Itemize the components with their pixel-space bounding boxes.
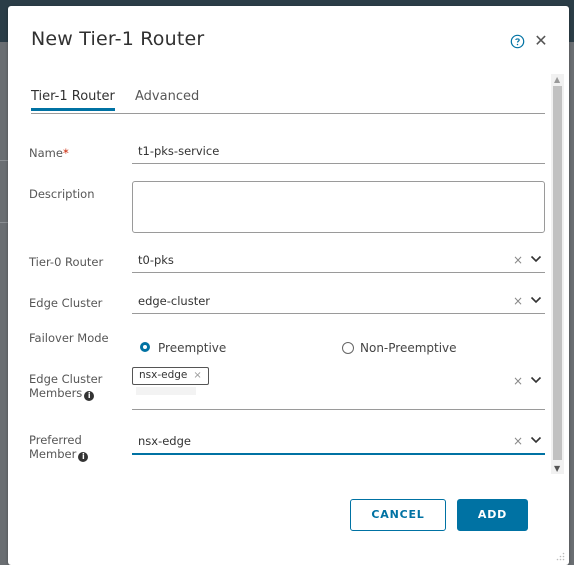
- tier0-router-clear-icon[interactable]: ×: [513, 253, 523, 267]
- description-textarea[interactable]: [132, 181, 545, 233]
- tab-bar: Tier-1 Router Advanced: [31, 86, 545, 114]
- info-icon[interactable]: i: [84, 391, 95, 401]
- active-tab-indicator: [31, 108, 115, 111]
- chevron-down-icon[interactable]: [530, 296, 542, 304]
- tier0-router-select[interactable]: t0-pks ×: [132, 250, 545, 273]
- description-label: Description: [29, 187, 95, 201]
- dialog-title: New Tier-1 Router: [31, 28, 205, 50]
- radio-non-preemptive[interactable]: [342, 342, 354, 354]
- name-label-text: Name: [29, 146, 63, 160]
- edge-cluster-label: Edge Cluster: [29, 296, 103, 310]
- chip-remove-icon[interactable]: ×: [193, 370, 201, 381]
- cancel-button[interactable]: CANCEL: [350, 499, 446, 531]
- edge-cluster-clear-icon[interactable]: ×: [513, 294, 523, 308]
- add-button[interactable]: ADD: [457, 499, 528, 531]
- edge-cluster-members-label-line1: Edge Cluster: [29, 372, 103, 386]
- edge-cluster-members-label: Edge Cluster Members i: [29, 372, 102, 401]
- resize-grip-icon[interactable]: [556, 552, 565, 561]
- chevron-down-icon[interactable]: [530, 376, 542, 384]
- name-label: Name*: [29, 146, 69, 160]
- preferred-member-label: Preferred Member i: [29, 433, 89, 462]
- tier0-router-label: Tier-0 Router: [29, 255, 104, 269]
- non-preemptive-label[interactable]: Non-Preemptive: [360, 341, 457, 355]
- scroll-down-arrow-icon[interactable]: ▼: [554, 464, 560, 473]
- form-scrollbar[interactable]: ▲ ▼: [551, 74, 564, 474]
- edge-cluster-members-label-line2: Members: [29, 386, 83, 400]
- preferred-member-label-line2: Member: [29, 447, 77, 461]
- preferred-member-value: nsx-edge: [138, 434, 191, 448]
- edge-cluster-select[interactable]: edge-cluster ×: [132, 291, 545, 314]
- help-circle-icon[interactable]: [510, 34, 525, 49]
- close-icon[interactable]: ✕: [534, 33, 548, 49]
- preferred-member-label-line1: Preferred: [29, 433, 82, 447]
- scrollbar-thumb[interactable]: [553, 86, 562, 460]
- tab-advanced[interactable]: Advanced: [135, 89, 199, 104]
- name-value: t1-pks-service: [138, 144, 220, 158]
- chevron-down-icon[interactable]: [530, 255, 542, 263]
- tier0-router-value: t0-pks: [138, 253, 174, 267]
- chevron-down-icon[interactable]: [530, 436, 542, 444]
- new-tier1-router-dialog: New Tier-1 Router ✕ Tier-1 Router Advanc…: [8, 6, 569, 565]
- tab-tier1-router[interactable]: Tier-1 Router: [31, 89, 115, 104]
- scroll-up-arrow-icon[interactable]: ▲: [554, 75, 560, 84]
- preferred-member-clear-icon[interactable]: ×: [513, 434, 523, 448]
- preemptive-label[interactable]: Preemptive: [158, 341, 226, 355]
- radio-preemptive[interactable]: [140, 342, 150, 352]
- member-chip: nsx-edge ×: [132, 367, 209, 385]
- preferred-member-select[interactable]: nsx-edge ×: [132, 431, 545, 455]
- edge-cluster-value: edge-cluster: [138, 294, 211, 308]
- required-marker: *: [62, 146, 69, 160]
- member-chip-label: nsx-edge: [139, 369, 188, 381]
- edge-cluster-members-clear-icon[interactable]: ×: [513, 374, 523, 388]
- failover-mode-label: Failover Mode: [29, 331, 109, 345]
- edge-cluster-members-select[interactable]: ×: [132, 374, 545, 410]
- info-icon[interactable]: i: [78, 452, 89, 462]
- name-input[interactable]: t1-pks-service: [132, 141, 545, 164]
